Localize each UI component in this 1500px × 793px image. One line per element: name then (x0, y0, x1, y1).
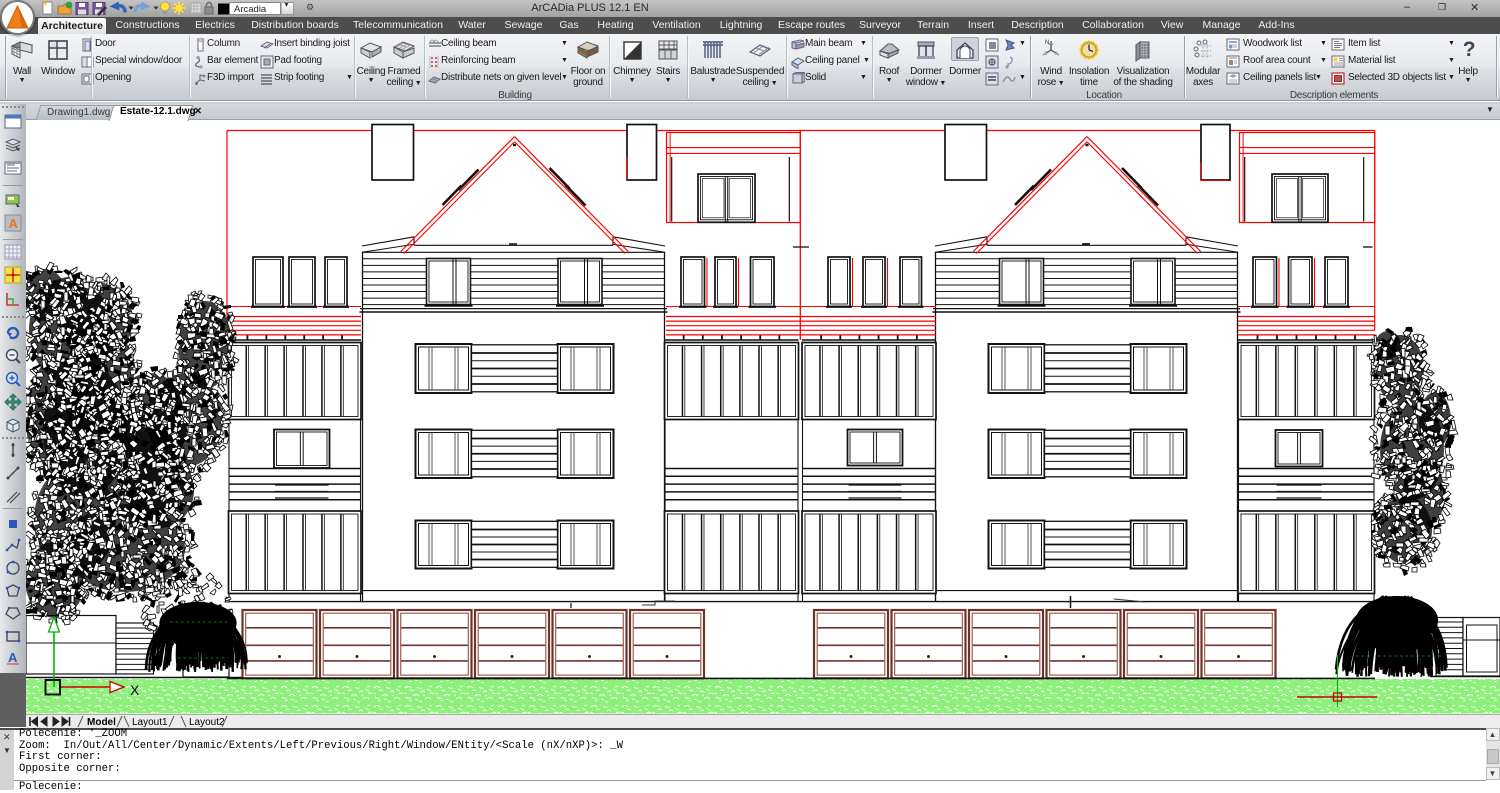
svg-text:Model: Model (87, 717, 116, 728)
svg-text:N: N (1045, 40, 1049, 46)
svg-text:A: A (9, 216, 19, 231)
svg-text:X: X (130, 682, 140, 698)
svg-text:Layout1: Layout1 (132, 717, 168, 728)
svg-text:A: A (8, 650, 18, 665)
svg-text:Layout2: Layout2 (189, 717, 225, 728)
